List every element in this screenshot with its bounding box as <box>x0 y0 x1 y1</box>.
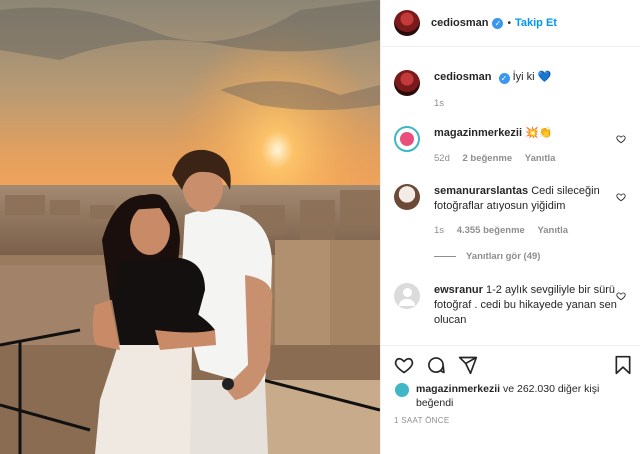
commenter-avatar[interactable] <box>394 184 420 210</box>
instagram-post: cediosman ✓ • Takip Et cediosman ✓ İyi k… <box>0 0 640 454</box>
verified-badge-icon: ✓ <box>498 73 510 84</box>
caption-username[interactable]: cediosman <box>434 71 491 83</box>
comment-text: 💥👏 <box>525 127 553 139</box>
reply-button[interactable]: Yanıtla <box>537 225 568 236</box>
commenter-avatar[interactable] <box>394 126 420 152</box>
caption-avatar[interactable] <box>394 70 420 96</box>
comment-body: semanurarslantas Cedi sileceğin fotoğraf… <box>434 184 619 214</box>
comment-age: 52d <box>434 153 450 164</box>
small-heart-icon[interactable] <box>616 134 626 144</box>
replies-line <box>434 256 456 257</box>
comment-username[interactable]: ewsranur <box>434 284 483 296</box>
bookmark-icon[interactable] <box>613 355 633 375</box>
couple-sunset-photo <box>0 0 380 454</box>
author-avatar[interactable] <box>394 10 420 36</box>
caption-body: cediosman ✓ İyi ki 💙 <box>434 70 619 85</box>
post-side-panel: cediosman ✓ • Takip Et cediosman ✓ İyi k… <box>380 0 640 454</box>
liker-username[interactable]: magazinmerkezii <box>416 383 500 395</box>
comment-meta: 1s 4.355 beğenme Yanıtla <box>434 225 578 236</box>
post-timestamp[interactable]: 1 SAAT ÖNCE <box>394 416 449 425</box>
action-bar <box>381 345 640 381</box>
caption-text: İyi ki <box>512 71 535 83</box>
comment-likes[interactable]: 4.355 beğenme <box>457 225 525 236</box>
view-replies-label: Yanıtları gör (49) <box>466 251 541 262</box>
caption-age: 1s <box>434 98 445 109</box>
verified-badge-icon: ✓ <box>492 17 504 29</box>
follow-button[interactable]: Takip Et <box>515 17 557 29</box>
post-photo[interactable] <box>0 0 380 454</box>
likes-text: magazinmerkezii ve 262.030 diğer kişi be… <box>416 382 631 410</box>
comment-age: 1s <box>434 225 445 236</box>
comment-meta: 52d 2 beğenme Yanıtla <box>434 153 565 164</box>
heart-icon[interactable] <box>394 355 414 375</box>
comment-icon[interactable] <box>426 355 446 375</box>
comment-username[interactable]: magazinmerkezii <box>434 127 522 139</box>
comment-likes[interactable]: 2 beğenme <box>463 153 513 164</box>
caption-emoji: 💙 <box>537 71 552 83</box>
view-replies-button[interactable]: Yanıtları gör (49) <box>434 251 540 262</box>
comment-body: magazinmerkezii 💥👏 <box>434 126 619 141</box>
reply-button[interactable]: Yanıtla <box>525 153 556 164</box>
post-header: cediosman ✓ • Takip Et <box>381 0 640 47</box>
small-heart-icon[interactable] <box>616 192 626 202</box>
comment-body: ewsranur 1-2 aylık sevgiliyle bir sürü f… <box>434 283 619 328</box>
share-icon[interactable] <box>458 355 478 375</box>
author-username[interactable]: cediosman <box>431 17 488 29</box>
separator-dot: • <box>507 17 511 29</box>
commenter-avatar[interactable] <box>394 283 420 309</box>
small-heart-icon[interactable] <box>616 291 626 301</box>
comment-username[interactable]: semanurarslantas <box>434 185 528 197</box>
liker-avatar[interactable] <box>394 382 410 398</box>
caption-meta: 1s <box>434 98 454 109</box>
